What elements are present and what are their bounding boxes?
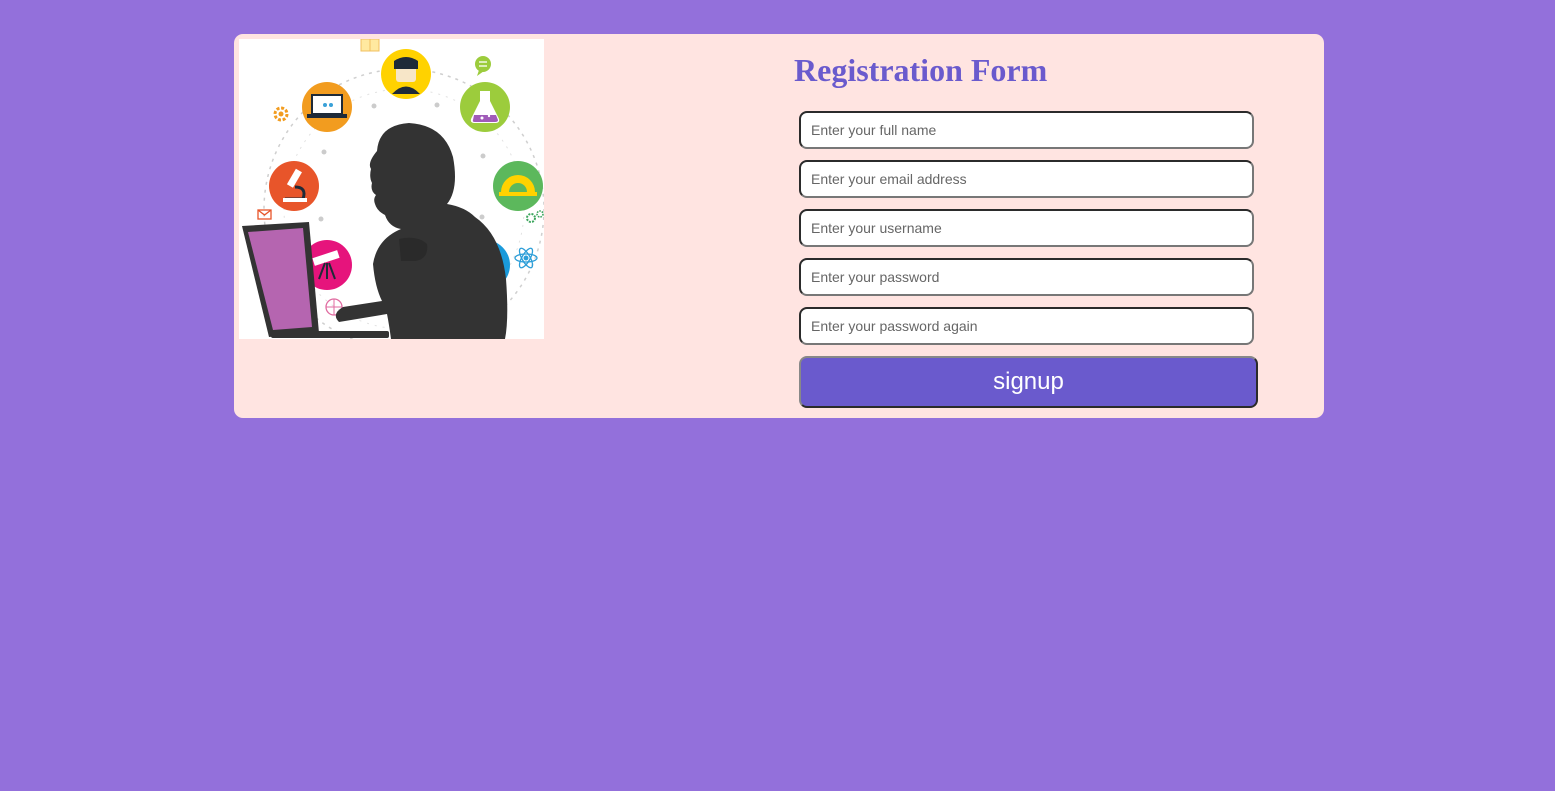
small-gears-icon [526, 210, 544, 223]
learning-illustration [239, 39, 544, 339]
mail-icon [257, 209, 272, 220]
email-input[interactable] [799, 160, 1254, 198]
flask-icon [460, 82, 510, 132]
protractor-icon [493, 161, 543, 211]
username-input[interactable] [799, 209, 1254, 247]
password-input[interactable] [799, 258, 1254, 296]
registration-card: Registration Form signup [234, 34, 1324, 418]
full-name-input[interactable] [799, 111, 1254, 149]
signup-button[interactable]: signup [799, 356, 1258, 408]
microscope-icon [269, 161, 319, 211]
password-confirm-input[interactable] [799, 307, 1254, 345]
laptop-icon [302, 82, 352, 132]
form-title: Registration Form [794, 52, 1048, 88]
chat-icon [475, 56, 491, 76]
book-icon [360, 39, 380, 52]
user-icon [381, 49, 431, 99]
atom-icon [514, 247, 538, 269]
gear-icon [273, 106, 289, 122]
